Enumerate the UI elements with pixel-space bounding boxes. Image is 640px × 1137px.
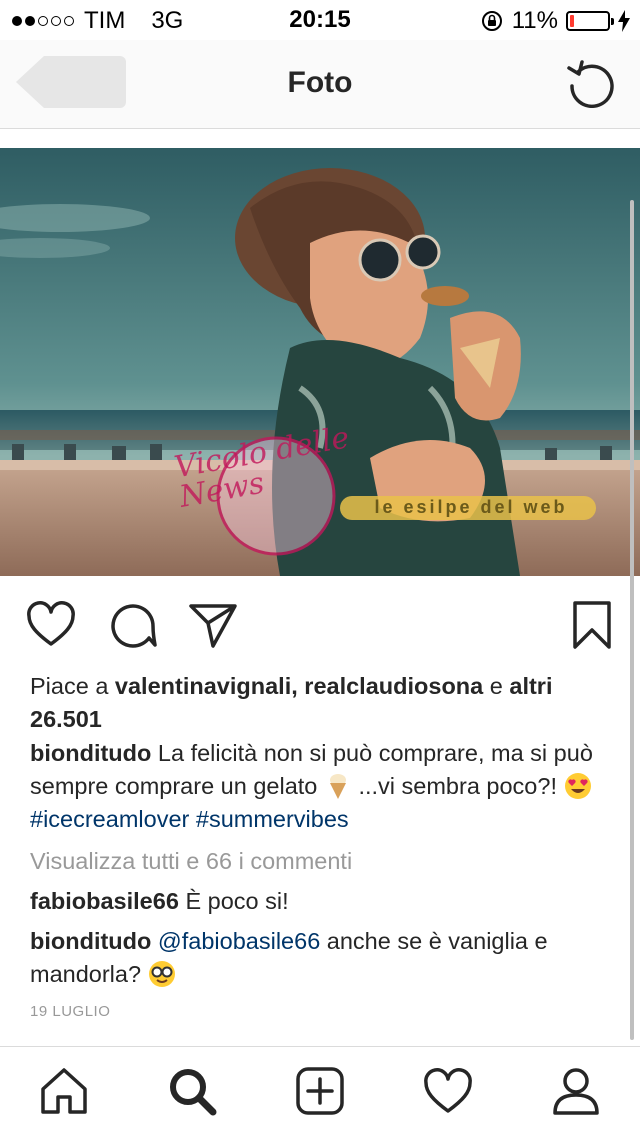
- heart-eyes-emoji-icon: [564, 773, 591, 799]
- profile-icon[interactable]: [550, 1065, 602, 1117]
- liker-link-1[interactable]: valentinavignali: [115, 673, 291, 699]
- caption: bionditudo La felicità non si può compra…: [30, 737, 605, 836]
- comment-1: fabiobasile66 È poco si!: [30, 885, 605, 918]
- activity-heart-icon[interactable]: [422, 1065, 474, 1117]
- charging-bolt-icon: [618, 10, 630, 32]
- nav-bar: Foto: [0, 40, 640, 129]
- liker-separator: ,: [291, 673, 298, 699]
- ice-cream-emoji-icon: [329, 774, 346, 799]
- search-icon[interactable]: [166, 1065, 218, 1117]
- likes-line: Piace a valentinavignali, realclaudioson…: [30, 670, 605, 736]
- battery-level-fill: [570, 15, 574, 27]
- caption-text-2: ...vi sembra poco?!: [358, 773, 557, 799]
- refresh-icon[interactable]: [566, 58, 616, 108]
- comment-text: È poco si!: [185, 888, 289, 914]
- likes-and: e: [489, 673, 503, 699]
- battery-icon: [566, 11, 614, 31]
- battery-percent: 11%: [511, 7, 558, 34]
- comment-2: bionditudo @fabiobasile66 anche se è van…: [30, 925, 605, 991]
- post-actions: [0, 588, 640, 660]
- share-send-icon[interactable]: [188, 600, 238, 650]
- status-right: 11%: [480, 7, 630, 35]
- add-post-icon[interactable]: [294, 1065, 346, 1117]
- bookmark-icon[interactable]: [570, 600, 614, 650]
- caption-username[interactable]: bionditudo: [30, 740, 151, 766]
- comment-bubble-icon[interactable]: [108, 600, 158, 650]
- status-bar: TIM 3G 20:15 11%: [0, 0, 640, 40]
- likes-prefix: Piace a: [30, 673, 109, 699]
- home-icon[interactable]: [38, 1065, 90, 1117]
- comment-username[interactable]: fabiobasile66: [30, 888, 179, 914]
- view-all-comments-link[interactable]: Visualizza tutti e 66 i commenti: [30, 845, 605, 878]
- post-photo[interactable]: Vicolo delle News le esilpe del web: [0, 148, 640, 576]
- watermark-right: le esilpe del web: [374, 497, 568, 517]
- liker-link-2[interactable]: realclaudiosona: [304, 673, 483, 699]
- nerd-face-emoji-icon: [148, 961, 175, 987]
- like-heart-icon[interactable]: [26, 600, 76, 650]
- comment-mention[interactable]: @fabiobasile66: [158, 928, 320, 954]
- comment-username[interactable]: bionditudo: [30, 928, 151, 954]
- tab-bar: [0, 1046, 640, 1137]
- hashtag-summervibes[interactable]: #summervibes: [196, 806, 349, 832]
- rotation-lock-icon: [481, 11, 502, 31]
- hashtag-icecreamlover[interactable]: #icecreamlover: [30, 806, 189, 832]
- post-date: 19 LUGLIO: [30, 1003, 111, 1020]
- page-title: Foto: [287, 66, 353, 99]
